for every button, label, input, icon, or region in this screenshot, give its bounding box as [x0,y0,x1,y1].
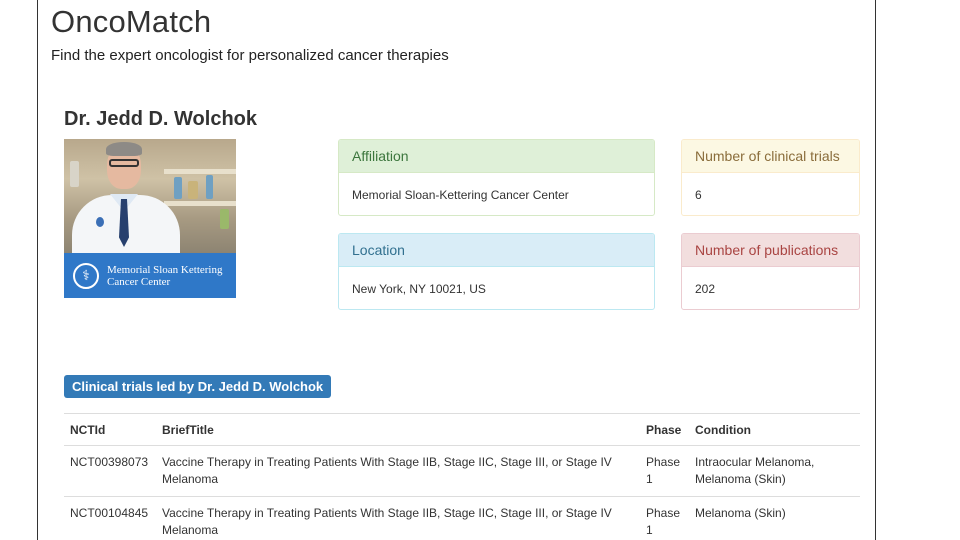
affiliation-value: Memorial Sloan-Kettering Cancer Center [352,187,569,202]
column-header-nctid: NCTId [64,413,156,446]
location-panel: Location New York, NY 10021, US [338,233,655,310]
clinical-trials-count-value: 6 [695,187,702,202]
clinical-trials-label: Clinical trials led by Dr. Jedd D. Wolch… [64,375,332,398]
column-header-brieftitle: BriefTitle [156,413,640,446]
table-header-row: NCTId BriefTitle Phase Condition [64,413,860,446]
app-subtitle: Find the expert oncologist for personali… [51,47,449,64]
column-header-condition: Condition [689,413,860,446]
location-heading: Location [339,234,654,267]
msk-logo-icon: ⚕ [73,262,99,289]
trial-condition-cell: Melanoma (Skin) [689,496,860,540]
table-row: NCT00104845 Vaccine Therapy in Treating … [64,496,860,540]
publications-count-panel: Number of publications 202 [681,233,860,310]
trial-title-cell: Vaccine Therapy in Treating Patients Wit… [156,445,640,497]
msk-logo-banner: ⚕ Memorial Sloan Kettering Cancer Center [64,253,236,298]
clinical-trials-table: NCTId BriefTitle Phase Condition NCT0039… [64,413,860,540]
app-title: OncoMatch [51,4,212,39]
photo-scene [64,139,236,255]
location-value: New York, NY 10021, US [352,281,486,296]
affiliation-heading: Affiliation [339,140,654,173]
publications-count-heading: Number of publications [682,234,859,267]
trial-phase-cell: Phase 1 [640,445,689,497]
doctor-name: Dr. Jedd D. Wolchok [64,108,257,130]
trial-condition-cell: Intraocular Melanoma, Melanoma (Skin) [689,445,860,497]
trial-id-cell: NCT00398073 [64,445,156,497]
publications-count-value: 202 [695,281,716,296]
table-row: NCT00398073 Vaccine Therapy in Treating … [64,445,860,497]
doctor-photo: ⚕ Memorial Sloan Kettering Cancer Center [64,139,236,298]
affiliation-panel: Affiliation Memorial Sloan-Kettering Can… [338,139,655,216]
clinical-trials-count-heading: Number of clinical trials [682,140,859,173]
trial-id-cell: NCT00104845 [64,496,156,540]
clinical-trials-count-panel: Number of clinical trials 6 [681,139,860,216]
page-container: OncoMatch Find the expert oncologist for… [37,0,876,540]
trial-phase-cell: Phase 1 [640,496,689,540]
trial-title-cell: Vaccine Therapy in Treating Patients Wit… [156,496,640,540]
column-header-phase: Phase [640,413,689,446]
msk-logo-text: Memorial Sloan Kettering Cancer Center [107,263,223,288]
